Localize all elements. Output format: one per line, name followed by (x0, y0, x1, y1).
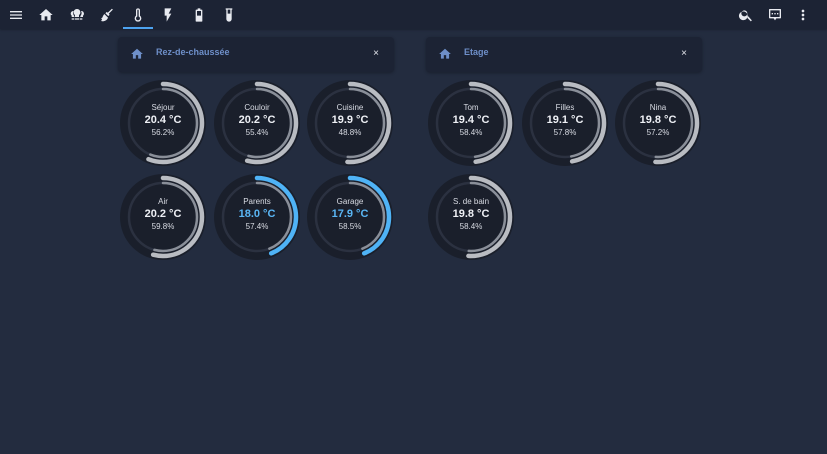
gauge-humidity: 58.5% (338, 222, 362, 231)
active-tab-indicator (123, 27, 153, 29)
gauge-humidity: 59.8% (151, 222, 175, 231)
battery-icon[interactable] (188, 4, 210, 26)
gauge-temperature: 18.0 °C (238, 208, 276, 220)
assist-icon[interactable] (764, 4, 786, 26)
test-tube-icon[interactable] (218, 4, 240, 26)
gauge-temperature: 17.9 °C (331, 208, 369, 220)
gauge-room-name: Filles (555, 103, 575, 112)
gauge-humidity: 57.8% (553, 128, 577, 137)
gauge-temperature: 20.2 °C (144, 208, 182, 220)
flash-icon[interactable] (157, 4, 179, 26)
gauge-couloir[interactable]: Couloir 20.2 °C 55.4% (212, 78, 302, 168)
lightbulb-group-icon[interactable] (66, 4, 88, 26)
gauge-temperature: 20.4 °C (144, 114, 182, 126)
gauge-humidity: 56.2% (151, 128, 175, 137)
gauge-humidity: 48.8% (338, 128, 362, 137)
home-icon (130, 47, 144, 61)
gauge-filles[interactable]: Filles 19.1 °C 57.8% (520, 78, 610, 168)
gauge-temperature: 19.1 °C (546, 114, 584, 126)
gauge-tom[interactable]: Tom 19.4 °C 58.4% (426, 78, 516, 168)
gauge-room-name: Cuisine (336, 103, 364, 112)
gauge-room-name: S. de bain (452, 197, 490, 206)
gauge-nina[interactable]: Nina 19.8 °C 57.2% (613, 78, 703, 168)
top-app-bar (0, 0, 827, 29)
gauge-room-name: Garage (336, 197, 364, 206)
gauge-sejour[interactable]: Séjour 20.4 °C 56.2% (118, 78, 208, 168)
gauge-room-name: Air (158, 197, 168, 206)
gauge-temperature: 20.2 °C (238, 114, 276, 126)
gauge-air[interactable]: Air 20.2 °C 59.8% (118, 172, 208, 262)
gauge-humidity: 55.4% (245, 128, 269, 137)
broom-icon[interactable] (96, 4, 118, 26)
close-button[interactable]: × (678, 47, 690, 61)
card-title: Etage (464, 47, 489, 57)
gauge-room-name: Parents (243, 197, 271, 206)
thermometer-icon[interactable] (127, 4, 149, 26)
gauge-humidity: 57.2% (646, 128, 670, 137)
gauge-cuisine[interactable]: Cuisine 19.9 °C 48.8% (305, 78, 395, 168)
home-icon[interactable] (35, 4, 57, 26)
gauge-humidity: 57.4% (245, 222, 269, 231)
search-icon[interactable] (735, 4, 757, 26)
gauge-temperature: 19.8 °C (639, 114, 677, 126)
gauge-garage[interactable]: Garage 17.9 °C 58.5% (305, 172, 395, 262)
gauge-temperature: 19.4 °C (452, 114, 490, 126)
more-vertical-icon[interactable] (792, 4, 814, 26)
gauge-temperature: 19.9 °C (331, 114, 369, 126)
card-header-etage: Etage × (426, 37, 702, 72)
gauge-salle-de-bain[interactable]: S. de bain 19.8 °C 58.4% (426, 172, 516, 262)
card-header-rez-de-chaussee: Rez-de-chaussée × (118, 37, 394, 72)
gauge-humidity: 58.4% (459, 128, 483, 137)
gauge-parents[interactable]: Parents 18.0 °C 57.4% (212, 172, 302, 262)
gauge-room-name: Séjour (151, 103, 175, 112)
menu-icon[interactable] (5, 4, 27, 26)
home-icon (438, 47, 452, 61)
gauge-room-name: Couloir (244, 103, 270, 112)
gauge-room-name: Tom (463, 103, 479, 112)
gauge-room-name: Nina (649, 103, 667, 112)
gauge-humidity: 58.4% (459, 222, 483, 231)
card-title: Rez-de-chaussée (156, 47, 230, 57)
gauge-temperature: 19.8 °C (452, 208, 490, 220)
close-button[interactable]: × (370, 47, 382, 61)
